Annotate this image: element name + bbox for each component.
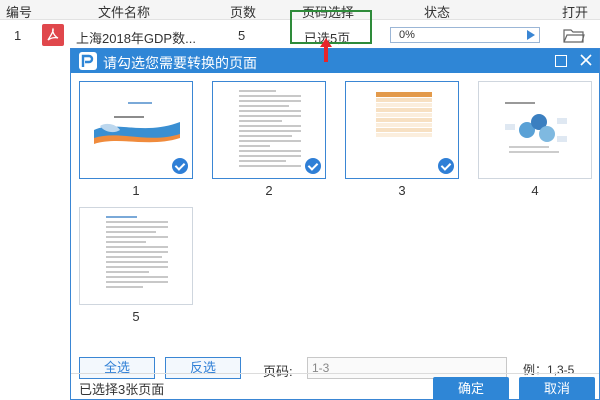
play-icon[interactable]	[527, 30, 535, 40]
header-index: 编号	[6, 5, 33, 20]
header-pages: 页数	[230, 5, 257, 20]
thumbnail-label-4: 4	[531, 183, 539, 198]
thumbnail-page-4[interactable]	[478, 81, 592, 179]
annotation-arrow	[320, 38, 332, 62]
page-3-preview	[376, 92, 432, 142]
thumbnail-grid: 1 2 3 4 5 全选 反选 页码: 1-3 例：1,3-5	[71, 73, 599, 379]
progress-text: 0%	[399, 29, 415, 41]
thumbnail-label-3: 3	[398, 183, 406, 198]
check-icon[interactable]	[172, 158, 188, 174]
confirm-button[interactable]: 确定	[433, 377, 509, 400]
select-all-button[interactable]: 全选	[79, 357, 155, 379]
row-filename[interactable]: 上海2018年GDP数...	[76, 28, 196, 47]
thumbnail-page-3[interactable]	[345, 81, 459, 179]
pdf-icon	[42, 24, 64, 46]
check-icon[interactable]	[305, 158, 321, 174]
page-select-dialog: 请勾选您需要转换的页面 1 2 3 4 5 全选 反选 页码: 1-3 例：1,…	[70, 48, 600, 400]
page-4-preview	[505, 102, 567, 153]
app-logo-icon	[79, 52, 97, 70]
page-5-preview	[106, 216, 168, 298]
page-range-input[interactable]: 1-3	[307, 357, 507, 379]
row-pages: 5	[238, 28, 246, 43]
page-1-preview	[94, 96, 180, 158]
progress-bar: 0%	[390, 27, 540, 43]
cancel-button[interactable]: 取消	[519, 377, 595, 400]
selection-status: 已选择3张页面	[79, 382, 165, 397]
page-range-example: 例：1,3-5	[523, 363, 575, 377]
row-index: 1	[14, 28, 22, 43]
thumbnail-page-5[interactable]	[79, 207, 193, 305]
page-range-label: 页码:	[263, 364, 293, 379]
thumbnail-label-5: 5	[132, 309, 140, 324]
header-filename: 文件名称	[98, 5, 151, 20]
invert-selection-button[interactable]: 反选	[165, 357, 241, 379]
dialog-titlebar: 请勾选您需要转换的页面	[71, 49, 599, 73]
header-open: 打开	[562, 5, 589, 20]
page-2-preview	[239, 90, 301, 172]
thumbnail-label-2: 2	[265, 183, 273, 198]
thumbnail-page-2[interactable]	[212, 81, 326, 179]
thumbnail-label-1: 1	[132, 183, 140, 198]
header-status: 状态	[424, 5, 451, 20]
maximize-icon[interactable]	[555, 55, 567, 67]
footer-divider	[71, 373, 599, 374]
check-icon[interactable]	[438, 158, 454, 174]
close-icon[interactable]	[579, 53, 593, 67]
dialog-title: 请勾选您需要转换的页面	[103, 55, 257, 71]
folder-icon[interactable]	[563, 27, 585, 43]
thumbnail-page-1[interactable]	[79, 81, 193, 179]
